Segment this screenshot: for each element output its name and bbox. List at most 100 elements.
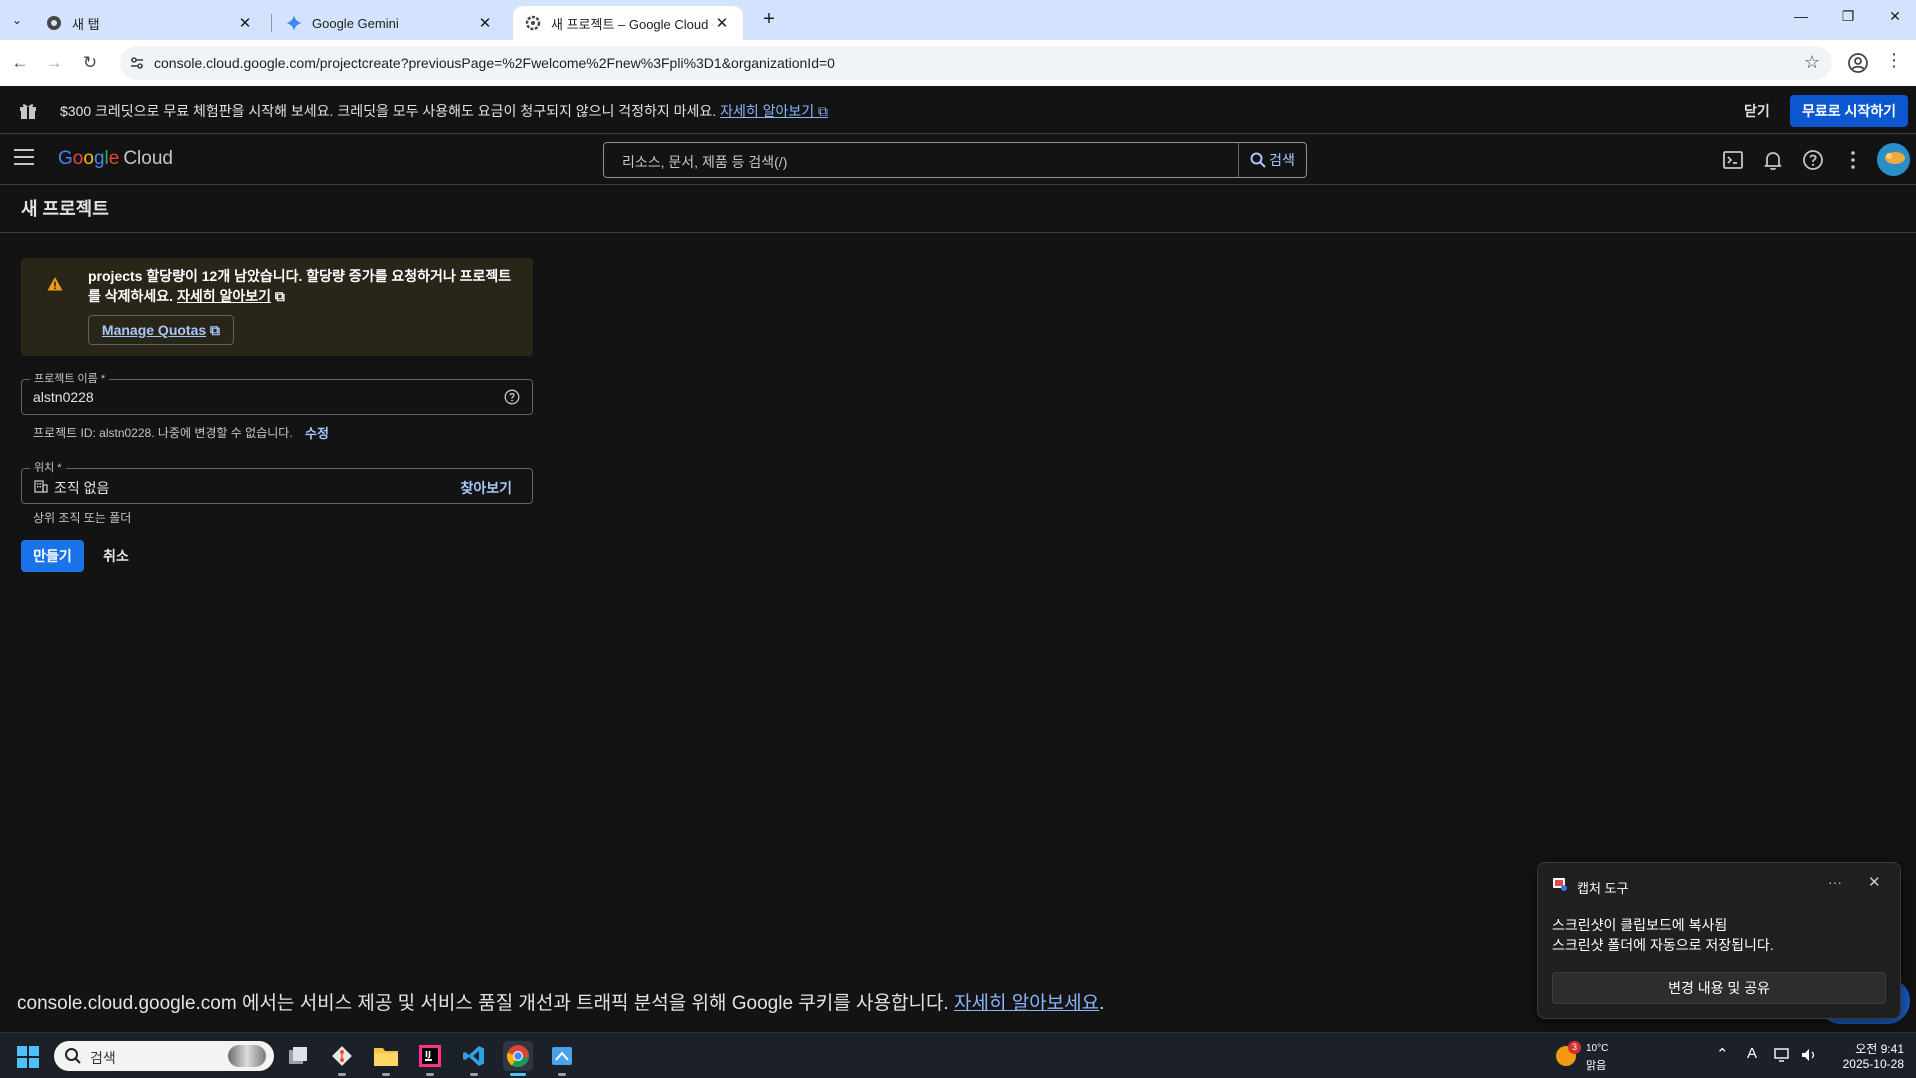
profile-icon[interactable]: [1846, 51, 1870, 75]
taskbar: 검색 IJ 3 10°C 맑음 ⌃ A 오전 9:41 2025-10-28: [0, 1032, 1916, 1078]
google-cloud-logo[interactable]: Google Cloud: [58, 148, 173, 170]
create-button[interactable]: 만들기: [21, 540, 84, 572]
close-icon[interactable]: ✕: [476, 14, 494, 32]
external-link-icon: ⧉: [206, 321, 221, 338]
tab-title: Google Gemini: [312, 15, 399, 31]
project-id-hint: 프로젝트 ID: alstn0228. 나중에 변경할 수 없습니다.: [33, 426, 293, 440]
toast-app-name: 캡처 도구: [1577, 881, 1629, 896]
search-button[interactable]: 검색: [1238, 143, 1306, 177]
location-label: 위치 *: [30, 459, 66, 475]
close-icon[interactable]: ✕: [713, 14, 731, 32]
clock-date[interactable]: 2025-10-28: [1834, 1057, 1904, 1071]
url-text: console.cloud.google.com/projectcreate?p…: [154, 55, 835, 71]
snipping-tool-notification: 캡처 도구 ··· ✕ 스크린샷이 클립보드에 복사됨 스크린샷 폴더에 자동으…: [1537, 862, 1901, 1019]
chrome-icon: [46, 15, 62, 31]
free-trial-banner: $300 크레딧으로 무료 체험판을 시작해 보세요. 크레딧을 모두 사용해도…: [0, 86, 1916, 134]
window-close-icon[interactable]: ✕: [1872, 8, 1916, 32]
search-box[interactable]: 리소스, 문서, 제품 등 검색(/) 검색: [603, 142, 1307, 178]
volume-icon[interactable]: [1800, 1047, 1818, 1063]
chrome-menu-icon[interactable]: ⋮: [1884, 50, 1904, 76]
learn-more-label: 자세히 알아보기: [720, 103, 815, 119]
tab-new-tab[interactable]: 새 탭 ✕: [34, 6, 266, 40]
banner-text: $300 크레딧으로 무료 체험판을 시작해 보세요. 크레딧을 모두 사용해도…: [60, 101, 828, 121]
search-icon: [65, 1048, 81, 1064]
edit-and-share-button[interactable]: 변경 내용 및 공유: [1552, 972, 1886, 1004]
bookmark-star-icon[interactable]: ☆: [1804, 52, 1820, 73]
toast-submessage: 스크린샷 폴더에 자동으로 저장됩니다.: [1552, 937, 1774, 953]
browser-tabstrip: ⌄ 새 탭 ✕ Google Gemini ✕ 새 프로젝트 – Google …: [0, 0, 1916, 40]
new-tab-button[interactable]: +: [756, 9, 782, 31]
chrome-taskbar-icon[interactable]: [503, 1041, 533, 1076]
tab-new-project[interactable]: 새 프로젝트 – Google Cloud 콘 ✕: [513, 6, 743, 40]
avatar[interactable]: [1877, 143, 1910, 176]
help-icon[interactable]: [504, 389, 520, 405]
file-explorer-icon[interactable]: [371, 1041, 401, 1076]
divider: [0, 232, 1916, 233]
cloud-shell-icon[interactable]: [1722, 149, 1744, 171]
project-name-label: 프로젝트 이름 *: [30, 370, 110, 386]
external-link-icon: ⧉: [814, 103, 829, 119]
close-icon[interactable]: ✕: [236, 14, 254, 32]
svg-text:IJ: IJ: [425, 1050, 431, 1059]
weather-badge: 3: [1568, 1041, 1581, 1054]
reload-icon[interactable]: ↻: [78, 51, 102, 75]
taskbar-search[interactable]: 검색: [54, 1041, 274, 1071]
vscode-icon[interactable]: [459, 1041, 489, 1076]
git-icon[interactable]: [327, 1041, 357, 1076]
cancel-button[interactable]: 취소: [96, 540, 136, 572]
more-horiz-icon[interactable]: ···: [1828, 874, 1842, 890]
more-vert-icon[interactable]: [1842, 149, 1864, 171]
quota-warning: projects 할당량이 12개 남았습니다. 할당량 증가를 요청하거나 프…: [21, 258, 533, 356]
windows-start-icon[interactable]: [16, 1045, 40, 1069]
help-icon[interactable]: [1802, 149, 1824, 171]
ime-indicator[interactable]: A: [1747, 1045, 1757, 1062]
cookie-notice: console.cloud.google.com 에서는 서비스 제공 및 서비…: [17, 988, 1104, 1015]
intellij-icon[interactable]: IJ: [415, 1041, 445, 1076]
dismiss-banner-button[interactable]: 닫기: [1744, 101, 1770, 121]
start-free-button[interactable]: 무료로 시작하기: [1790, 95, 1908, 127]
project-name-input[interactable]: alstn0228: [33, 389, 94, 405]
project-name-field[interactable]: 프로젝트 이름 * alstn0228: [21, 370, 533, 415]
address-bar[interactable]: console.cloud.google.com/projectcreate?p…: [120, 46, 1832, 80]
forward-icon[interactable]: →: [42, 51, 66, 75]
minimize-icon[interactable]: —: [1778, 8, 1824, 32]
banner-message: $300 크레딧으로 무료 체험판을 시작해 보세요. 크레딧을 모두 사용해도…: [60, 103, 717, 119]
browser-toolbar: ← → ↻ console.cloud.google.com/projectcr…: [0, 40, 1916, 86]
quota-learn-more-link[interactable]: 자세히 알아보기: [177, 288, 271, 304]
warning-icon: [47, 277, 63, 291]
edit-project-id-link[interactable]: 수정: [305, 423, 329, 442]
weather-widget[interactable]: 3 10°C 맑음: [1554, 1041, 1624, 1072]
tab-title: 새 탭: [72, 16, 100, 32]
tab-google-gemini[interactable]: Google Gemini ✕: [274, 6, 506, 40]
tab-search-button[interactable]: ⌄: [6, 9, 28, 31]
snipping-tool-icon: [1553, 878, 1567, 891]
snipping-tool-taskbar-icon[interactable]: [547, 1041, 577, 1076]
menu-icon[interactable]: [14, 149, 34, 169]
search-highlight-image: [228, 1045, 266, 1067]
quota-learn-more-label: 자세히 알아보기: [176, 288, 272, 304]
location-hint: 상위 조직 또는 폴더: [33, 511, 132, 525]
location-field[interactable]: 위치 * 조직 없음 찾아보기: [21, 459, 533, 504]
learn-more-link[interactable]: 자세히 알아보기 ⧉: [720, 103, 828, 119]
chevron-up-icon[interactable]: ⌃: [1716, 1045, 1729, 1063]
tab-separator: [271, 14, 272, 32]
search-button-label: 검색: [1269, 152, 1295, 168]
close-icon[interactable]: ✕: [1868, 873, 1881, 891]
search-input[interactable]: 리소스, 문서, 제품 등 검색(/): [622, 152, 787, 172]
manage-quotas-button[interactable]: Manage Quotas ⧉: [88, 315, 234, 345]
notifications-icon[interactable]: [1762, 149, 1784, 171]
clock-time[interactable]: 오전 9:41: [1834, 1040, 1904, 1057]
back-icon[interactable]: ←: [8, 51, 32, 75]
task-view-icon[interactable]: [283, 1041, 313, 1071]
quota-text: projects 할당량이 12개 남았습니다. 할당량 증가를 요청하거나 프…: [88, 268, 512, 304]
manage-quotas-label: Manage Quotas: [101, 322, 207, 338]
browse-button[interactable]: 찾아보기: [460, 478, 512, 498]
site-info-icon[interactable]: [128, 54, 146, 72]
organization-icon: [34, 480, 48, 493]
network-icon[interactable]: [1774, 1047, 1792, 1063]
temperature: 10°C: [1586, 1043, 1609, 1054]
gift-icon: [20, 104, 36, 119]
cookie-learn-more-link[interactable]: 자세히 알아보세요: [954, 993, 1099, 1014]
logo-google: Google: [58, 148, 120, 169]
restore-icon[interactable]: ❐: [1825, 8, 1871, 32]
